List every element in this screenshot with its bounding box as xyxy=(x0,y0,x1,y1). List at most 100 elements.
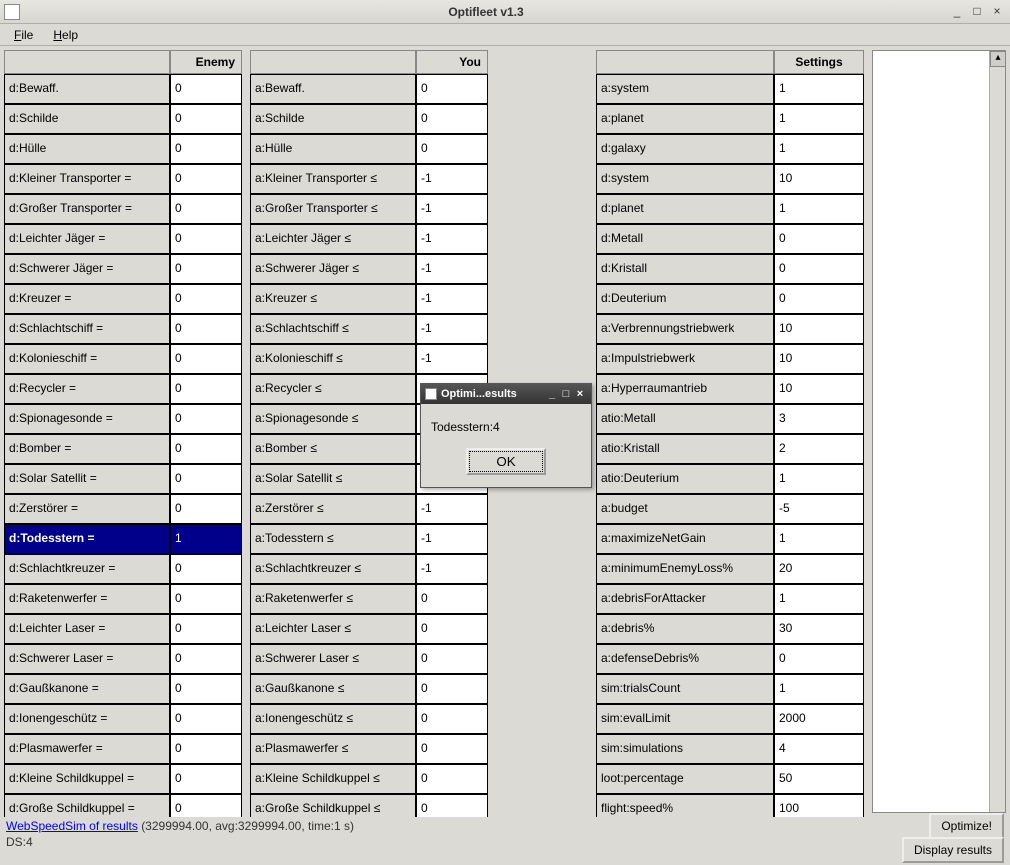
you-row[interactable]: a:Plasmawerfer ≤0 xyxy=(250,734,488,764)
enemy-row[interactable]: d:Kolonieschiff =0 xyxy=(4,344,242,374)
enemy-row[interactable]: d:Solar Satellit =0 xyxy=(4,464,242,494)
enemy-row[interactable]: d:Schwerer Laser =0 xyxy=(4,644,242,674)
settings-row[interactable]: a:maximizeNetGain1 xyxy=(596,524,864,554)
you-row[interactable]: a:Gaußkanone ≤0 xyxy=(250,674,488,704)
menu-file[interactable]: File xyxy=(4,26,43,44)
settings-row-value[interactable]: 3 xyxy=(774,404,864,434)
dialog-close-button[interactable]: × xyxy=(573,388,587,400)
settings-row[interactable]: a:planet1 xyxy=(596,104,864,134)
enemy-row-value[interactable]: 0 xyxy=(170,794,242,817)
you-row-value[interactable]: -1 xyxy=(416,524,488,554)
enemy-row[interactable]: d:Schilde0 xyxy=(4,104,242,134)
settings-row-value[interactable]: 1 xyxy=(774,464,864,494)
you-row-value[interactable]: 0 xyxy=(416,674,488,704)
settings-row-value[interactable]: 10 xyxy=(774,314,864,344)
settings-row[interactable]: atio:Metall3 xyxy=(596,404,864,434)
enemy-row-value[interactable]: 0 xyxy=(170,644,242,674)
close-button[interactable]: × xyxy=(988,4,1006,20)
enemy-row-value[interactable]: 0 xyxy=(170,404,242,434)
enemy-row[interactable]: d:Zerstörer =0 xyxy=(4,494,242,524)
settings-row[interactable]: a:debris%30 xyxy=(596,614,864,644)
enemy-row[interactable]: d:Raketenwerfer =0 xyxy=(4,584,242,614)
enemy-row-value[interactable]: 0 xyxy=(170,224,242,254)
settings-row-value[interactable]: 0 xyxy=(774,254,864,284)
you-row[interactable]: a:Kreuzer ≤-1 xyxy=(250,284,488,314)
you-row[interactable]: a:Schwerer Jäger ≤-1 xyxy=(250,254,488,284)
settings-row[interactable]: loot:percentage50 xyxy=(596,764,864,794)
enemy-row-value[interactable]: 0 xyxy=(170,674,242,704)
settings-row-value[interactable]: -5 xyxy=(774,494,864,524)
settings-row-value[interactable]: 1 xyxy=(774,74,864,104)
settings-row[interactable]: sim:evalLimit2000 xyxy=(596,704,864,734)
enemy-row[interactable]: d:Kleiner Transporter =0 xyxy=(4,164,242,194)
enemy-row-value[interactable]: 1 xyxy=(170,524,242,554)
minimize-button[interactable]: _ xyxy=(948,4,966,20)
settings-row-value[interactable]: 2 xyxy=(774,434,864,464)
dialog-minimize-button[interactable]: _ xyxy=(545,388,559,400)
enemy-row-value[interactable]: 0 xyxy=(170,584,242,614)
settings-row-value[interactable]: 0 xyxy=(774,284,864,314)
you-row-value[interactable]: -1 xyxy=(416,284,488,314)
enemy-row-value[interactable]: 0 xyxy=(170,74,242,104)
enemy-row[interactable]: d:Leichter Laser =0 xyxy=(4,614,242,644)
you-row[interactable]: a:Raketenwerfer ≤0 xyxy=(250,584,488,614)
enemy-row[interactable]: d:Plasmawerfer =0 xyxy=(4,734,242,764)
you-row[interactable]: a:Todesstern ≤-1 xyxy=(250,524,488,554)
enemy-row-value[interactable]: 0 xyxy=(170,314,242,344)
scrollbar-vertical[interactable]: ▴ xyxy=(989,51,1005,812)
enemy-row[interactable]: d:Große Schildkuppel =0 xyxy=(4,794,242,817)
menu-help[interactable]: Help xyxy=(43,26,88,44)
settings-row-value[interactable]: 1 xyxy=(774,104,864,134)
display-results-button[interactable]: Display results xyxy=(902,837,1004,863)
enemy-row-value[interactable]: 0 xyxy=(170,374,242,404)
settings-row-value[interactable]: 1 xyxy=(774,674,864,704)
settings-row-value[interactable]: 20 xyxy=(774,554,864,584)
settings-row[interactable]: flight:speed%100 xyxy=(596,794,864,817)
settings-row[interactable]: atio:Deuterium1 xyxy=(596,464,864,494)
optimize-button[interactable]: Optimize! xyxy=(929,813,1004,839)
you-row-value[interactable]: -1 xyxy=(416,344,488,374)
settings-row[interactable]: a:Impulstriebwerk10 xyxy=(596,344,864,374)
settings-row[interactable]: a:minimumEnemyLoss%20 xyxy=(596,554,864,584)
enemy-row[interactable]: d:Schlachtschiff =0 xyxy=(4,314,242,344)
settings-row[interactable]: d:galaxy1 xyxy=(596,134,864,164)
webspeedsim-link[interactable]: WebSpeedSim of results xyxy=(6,819,138,833)
you-row-value[interactable]: 0 xyxy=(416,74,488,104)
you-row[interactable]: a:Leichter Jäger ≤-1 xyxy=(250,224,488,254)
you-row[interactable]: a:Ionengeschütz ≤0 xyxy=(250,704,488,734)
settings-row-value[interactable]: 50 xyxy=(774,764,864,794)
maximize-button[interactable]: □ xyxy=(968,4,986,20)
enemy-row-value[interactable]: 0 xyxy=(170,434,242,464)
you-row-value[interactable]: -1 xyxy=(416,494,488,524)
settings-row-value[interactable]: 0 xyxy=(774,644,864,674)
you-row-value[interactable]: 0 xyxy=(416,134,488,164)
you-row-value[interactable]: -1 xyxy=(416,254,488,284)
you-row-value[interactable]: 0 xyxy=(416,734,488,764)
you-row-value[interactable]: -1 xyxy=(416,164,488,194)
enemy-row[interactable]: d:Bomber =0 xyxy=(4,434,242,464)
settings-row-value[interactable]: 1 xyxy=(774,524,864,554)
settings-row[interactable]: sim:trialsCount1 xyxy=(596,674,864,704)
settings-row-value[interactable]: 1 xyxy=(774,584,864,614)
you-row[interactable]: a:Kolonieschiff ≤-1 xyxy=(250,344,488,374)
settings-row-value[interactable]: 0 xyxy=(774,224,864,254)
enemy-row-value[interactable]: 0 xyxy=(170,554,242,584)
you-row[interactable]: a:Leichter Laser ≤0 xyxy=(250,614,488,644)
enemy-row[interactable]: d:Ionengeschütz =0 xyxy=(4,704,242,734)
settings-row[interactable]: a:debrisForAttacker1 xyxy=(596,584,864,614)
dialog-titlebar[interactable]: Optimi...esults _ □ × xyxy=(421,384,591,404)
settings-row[interactable]: d:Metall0 xyxy=(596,224,864,254)
settings-row[interactable]: d:planet1 xyxy=(596,194,864,224)
settings-row-value[interactable]: 10 xyxy=(774,374,864,404)
you-row[interactable]: a:Zerstörer ≤-1 xyxy=(250,494,488,524)
enemy-row[interactable]: d:Recycler =0 xyxy=(4,374,242,404)
you-row-value[interactable]: 0 xyxy=(416,644,488,674)
you-row[interactable]: a:Schilde0 xyxy=(250,104,488,134)
settings-row[interactable]: d:Deuterium0 xyxy=(596,284,864,314)
you-row[interactable]: a:Große Schildkuppel ≤0 xyxy=(250,794,488,817)
settings-row-value[interactable]: 100 xyxy=(774,794,864,817)
settings-row-value[interactable]: 10 xyxy=(774,344,864,374)
you-row[interactable]: a:Bewaff.0 xyxy=(250,74,488,104)
enemy-row-value[interactable]: 0 xyxy=(170,344,242,374)
you-row-value[interactable]: 0 xyxy=(416,614,488,644)
